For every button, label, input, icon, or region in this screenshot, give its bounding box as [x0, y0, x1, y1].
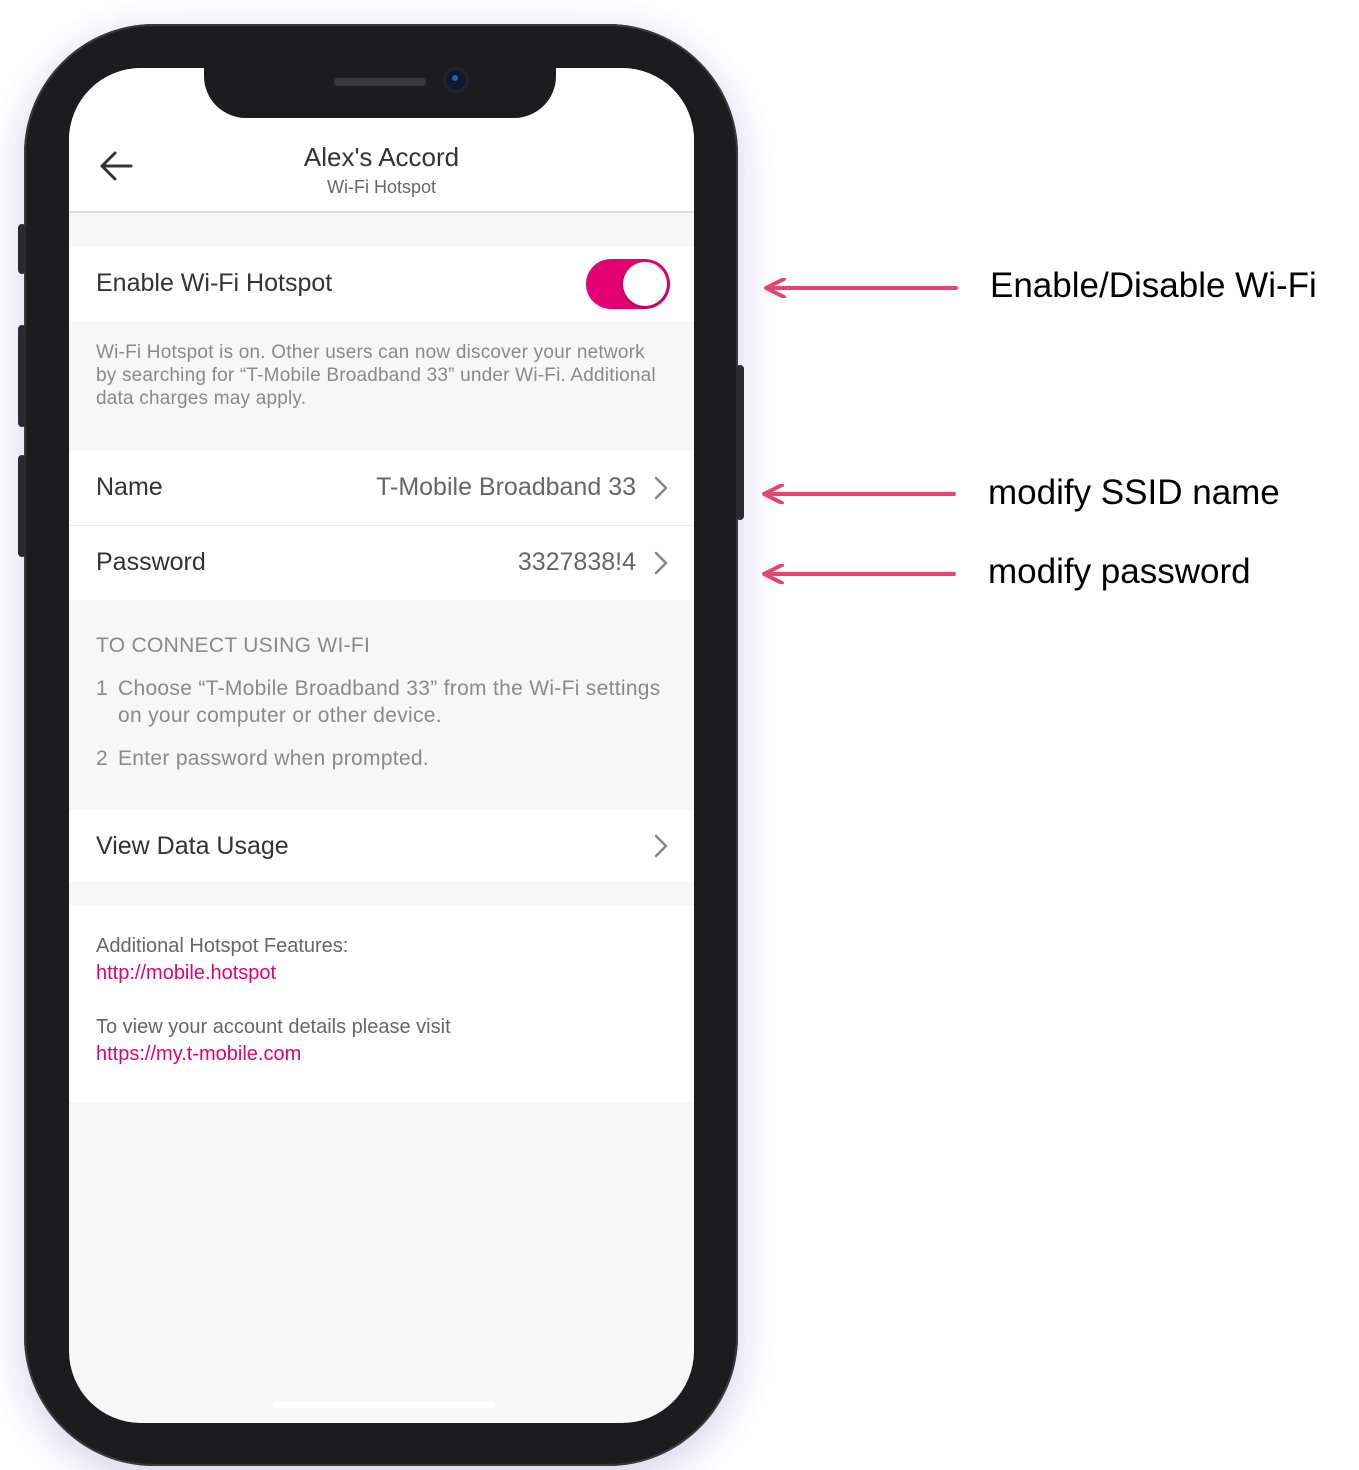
volume-down-button [18, 455, 26, 557]
account-link[interactable]: https://my.t-mobile.com [96, 1043, 301, 1066]
home-indicator [273, 1402, 495, 1408]
name-row[interactable]: Name T-Mobile Broadband 33 [69, 451, 694, 526]
toggle-knob [623, 262, 667, 306]
annotation-arrow-icon [762, 484, 956, 504]
features-label: Additional Hotspot Features: [96, 935, 349, 957]
camera-icon [446, 70, 466, 90]
connect-step: 1 Choose “T-Mobile Broadband 33” from th… [96, 675, 666, 729]
account-label: To view your account details please visi… [96, 1016, 451, 1038]
volume-up-button [18, 325, 26, 427]
annotation-password: modify password [988, 552, 1251, 591]
app-screen: Alex's Accord Wi-Fi Hotspot Enable Wi-Fi… [69, 68, 694, 1423]
password-row[interactable]: Password 3327838!4 [69, 526, 694, 600]
page-title: Alex's Accord [303, 142, 460, 172]
view-data-usage-row[interactable]: View Data Usage [69, 810, 694, 882]
connect-heading: TO CONNECT USING WI-FI [96, 634, 371, 657]
name-label: Name [96, 473, 163, 501]
password-value: 3327838!4 [517, 548, 636, 576]
enable-hotspot-label: Enable Wi-Fi Hotspot [96, 269, 333, 297]
connect-step: 2 Enter password when prompted. [96, 745, 666, 772]
chevron-right-icon [654, 551, 668, 575]
name-value: T-Mobile Broadband 33 [376, 473, 636, 501]
view-data-usage-label: View Data Usage [96, 832, 289, 860]
annotation-arrow-icon [762, 564, 956, 584]
features-link[interactable]: http://mobile.hotspot [96, 962, 276, 985]
annotation-enable: Enable/Disable Wi-Fi [990, 266, 1317, 305]
power-button [736, 365, 744, 520]
enable-hotspot-row: Enable Wi-Fi Hotspot [69, 247, 694, 321]
mute-switch [18, 224, 26, 274]
annotation-arrow-icon [764, 278, 958, 298]
speaker-grille [334, 78, 426, 86]
info-section: Additional Hotspot Features: http://mobi… [69, 905, 694, 1102]
hotspot-toggle[interactable] [586, 259, 670, 309]
step-text: Enter password when prompted. [118, 747, 430, 770]
phone-notch [204, 68, 556, 118]
step-number: 2 [96, 747, 108, 770]
annotation-ssid: modify SSID name [988, 473, 1280, 512]
chevron-right-icon [654, 834, 668, 858]
step-text: Choose “T-Mobile Broadband 33” from the … [118, 677, 661, 727]
step-number: 1 [96, 677, 108, 700]
page-subtitle: Wi-Fi Hotspot [326, 177, 436, 197]
password-label: Password [96, 548, 206, 576]
chevron-right-icon [654, 476, 668, 500]
hotspot-description: Wi-Fi Hotspot is on. Other users can now… [96, 342, 656, 409]
